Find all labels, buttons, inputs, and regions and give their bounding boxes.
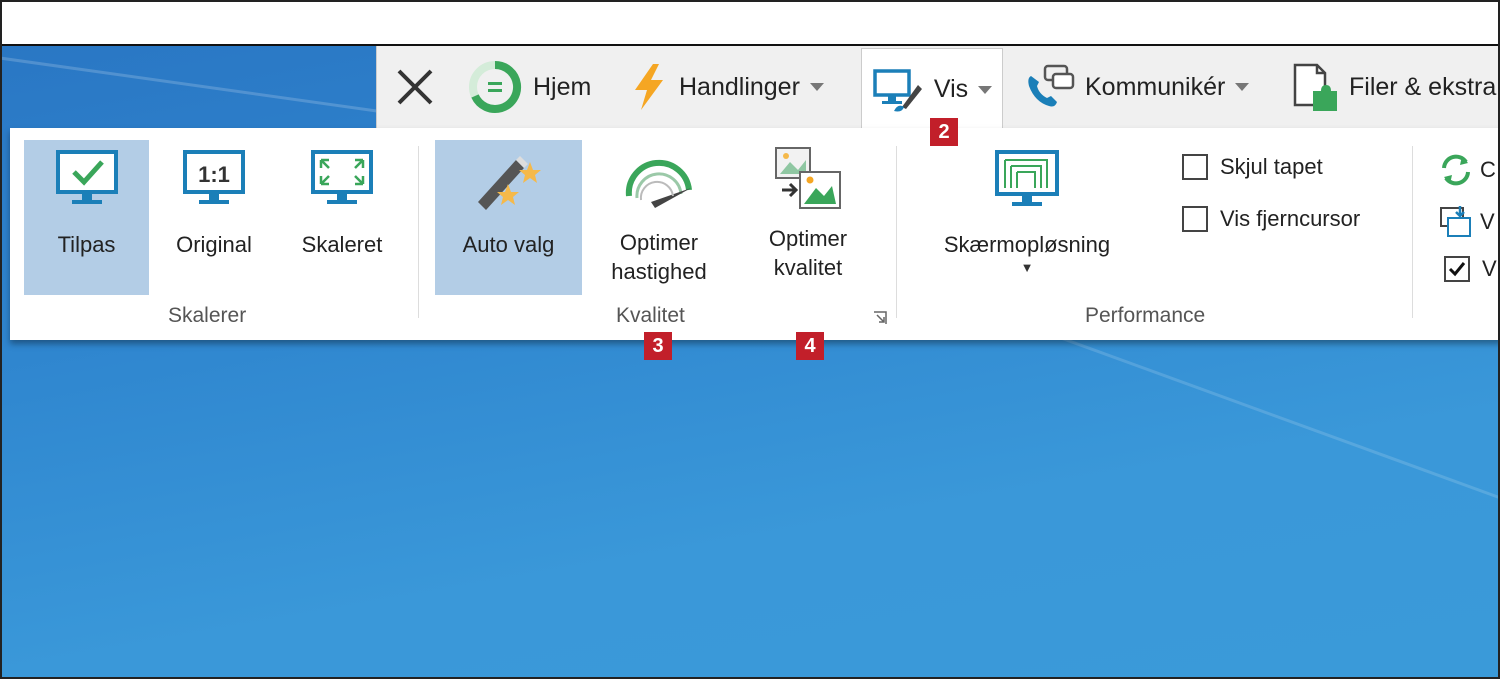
annotation-marker-3: 3 [644,332,672,360]
chevron-down-icon [1235,83,1250,91]
skaermoplosning-button[interactable]: Skærmopløsning ▼ [922,148,1132,298]
button-label: kvalitet [773,255,843,280]
refresh-button[interactable]: C [1438,152,1496,188]
close-button[interactable] [393,46,447,128]
ribbon-tab-strip: Hjem Handlinger Vis Kommunikér Filer & e… [376,46,1498,130]
dropdown-arrow-icon: ▼ [1020,260,1034,275]
chevron-down-icon [809,83,824,91]
monitor-resolution-icon [995,150,1059,206]
checkbox-label: Skjul tapet [1220,154,1323,179]
phone-chat-icon [1028,64,1075,107]
original-button[interactable]: 1:1 Original [155,140,273,295]
button-label: Optimer [619,230,699,255]
refresh-icon [1442,154,1470,186]
vis-fjerncursor-checkbox[interactable]: Vis fjerncursor [1182,206,1360,232]
tab-label: Handlinger [679,72,800,101]
tilpas-button[interactable]: Tilpas [24,140,149,295]
auto-valg-button[interactable]: Auto valg [435,140,582,295]
ribbon-panel: Tilpas 1:1 Original Skaleret Skalerer Au… [10,128,1498,340]
button-label: Auto valg [462,232,555,257]
tab-hjem[interactable]: Hjem [467,46,607,128]
button-label: Skaleret [301,232,383,257]
cutoff-label: V [1480,209,1495,234]
monitor-1to1-icon: 1:1 [183,150,245,204]
magic-wand-icon [477,156,541,210]
dialog-launcher-icon[interactable] [872,310,888,326]
tab-label: Hjem [533,72,592,101]
close-icon [397,69,433,105]
lightning-icon [635,64,663,110]
group-separator [418,146,419,318]
optimer-kvalitet-button[interactable]: Optimer kvalitet [745,140,871,295]
optimer-hastighed-button[interactable]: Optimer hastighed [595,140,723,295]
button-label: Tilpas [57,232,116,257]
title-bar [2,2,1498,46]
checkbox-label: Vis fjerncursor [1220,206,1361,231]
button-label: hastighed [611,259,707,284]
file-puzzle-icon [1293,63,1337,111]
skjul-tapet-checkbox[interactable]: Skjul tapet [1182,154,1323,180]
checkbox-box[interactable] [1182,154,1208,180]
cutoff-label: C [1480,157,1496,182]
tab-label: Vis [933,75,969,103]
speedometer-icon [625,159,692,208]
window-arrow-icon [1440,206,1471,237]
cutoff-label: V [1482,256,1497,281]
group-separator [1412,146,1413,318]
annotation-marker-2: 2 [930,118,958,146]
checkmark-icon [1448,262,1466,277]
checkbox-box[interactable] [1182,206,1208,232]
tab-label: Filer & ekstra [1349,72,1497,101]
tab-label: Kommunikér [1085,72,1226,101]
group-label-skalerer: Skalerer [168,304,247,327]
window-transfer-button[interactable]: V [1438,204,1495,240]
monitor-brush-icon [873,68,922,111]
svg-text:1:1: 1:1 [198,162,230,187]
group-label-performance: Performance [1085,304,1206,327]
skaleret-button[interactable]: Skaleret [282,140,402,295]
checkbox-box-checked[interactable] [1444,256,1470,282]
button-label: Original [176,232,252,257]
chevron-down-icon [978,85,993,94]
monitor-check-icon [55,150,118,204]
button-label: Optimer [768,226,848,251]
tab-handlinger[interactable]: Handlinger [629,46,849,128]
group-label-kvalitet: Kvalitet [616,304,685,327]
tab-kommuniker[interactable]: Kommunikér [1023,46,1273,128]
button-label: Skærmopløsning [943,232,1111,257]
group-separator [896,146,897,318]
cutoff-checkbox[interactable]: V [1444,256,1497,282]
app-window: Hjem Handlinger Vis Kommunikér Filer & e… [0,0,1500,679]
monitor-expand-icon [311,150,373,204]
annotation-marker-4: 4 [796,332,824,360]
image-quality-icon [775,147,841,209]
tab-filer[interactable]: Filer & ekstra [1291,46,1498,128]
home-circle-icon [469,60,522,113]
